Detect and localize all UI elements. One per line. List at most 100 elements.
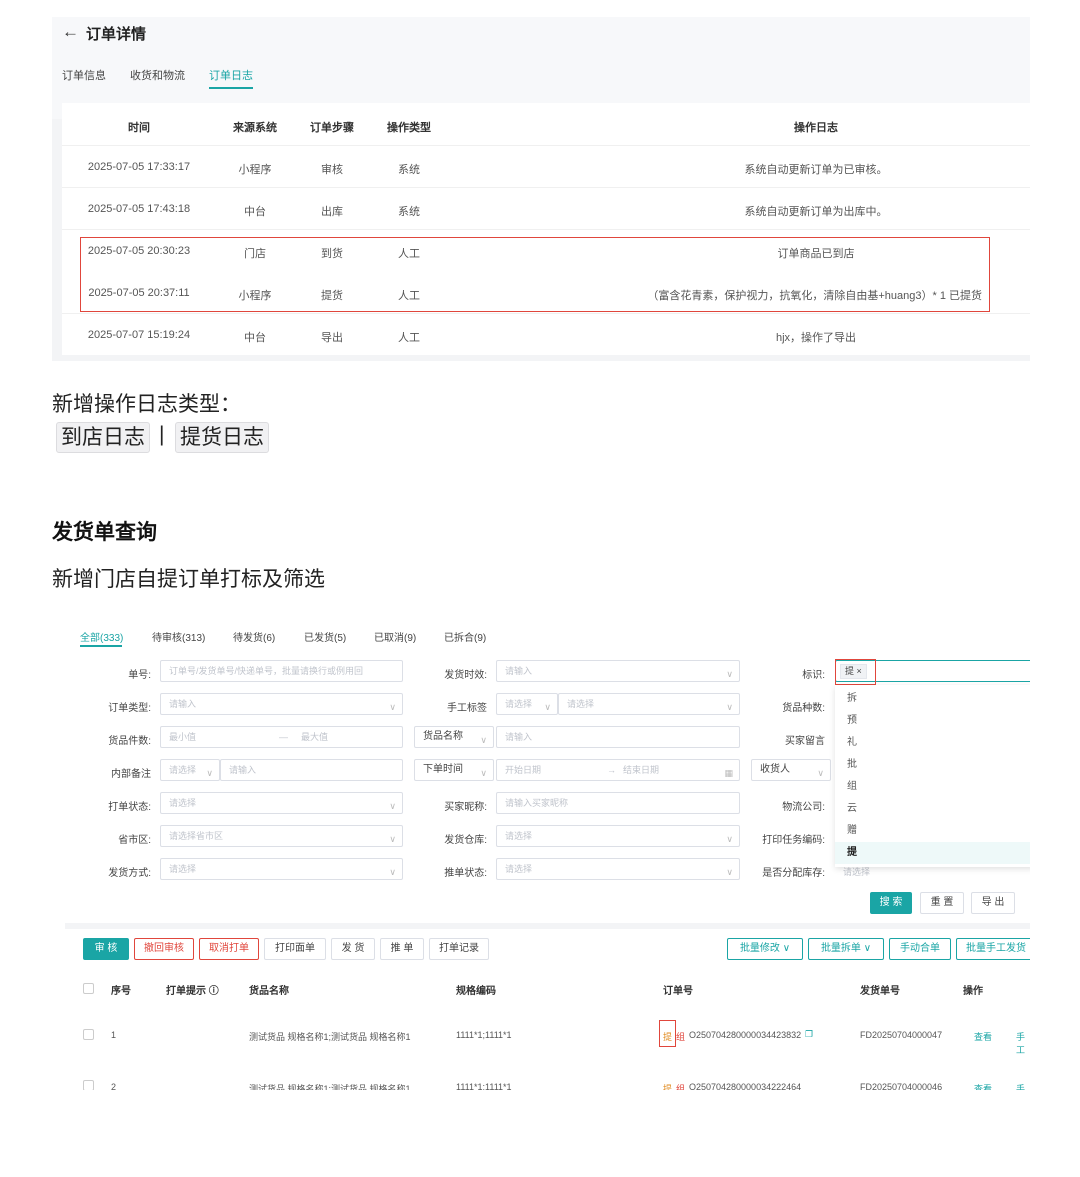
chevron-down-icon: ∨: [544, 702, 551, 712]
chevron-down-icon: ∨: [480, 735, 487, 745]
push-status-label: 推单状态:: [444, 868, 487, 879]
tab-all[interactable]: 全部(333): [80, 629, 123, 644]
manual-tag-select[interactable]: 请选择 ∨: [558, 693, 740, 715]
ship-time-select[interactable]: 请输入 ∨: [496, 660, 740, 682]
view-link[interactable]: 查看: [974, 1030, 992, 1043]
batch-modify-button[interactable]: 批量修改 ∨: [727, 938, 803, 960]
order-time-range[interactable]: 开始日期 → 结束日期 ▦: [496, 759, 740, 781]
batch-manual-ship-button[interactable]: 批量手工发货: [956, 938, 1030, 960]
reset-button[interactable]: 重 置: [920, 892, 964, 914]
export-button[interactable]: 导 出: [971, 892, 1015, 914]
row-time: 2025-07-07 15:19:24: [87, 329, 191, 341]
section-title: 发货单查询: [52, 521, 157, 544]
row-checkbox[interactable]: [83, 1080, 94, 1090]
tag-label: 标识:: [802, 670, 825, 681]
manual-link[interactable]: 手工: [1016, 1030, 1030, 1056]
row-step: 导出: [321, 332, 343, 344]
tag-option[interactable]: 拆: [835, 688, 1030, 710]
goods-qty-label: 货品件数:: [108, 736, 151, 747]
chevron-down-icon: ∨: [206, 768, 213, 778]
col-source: 来源系统: [233, 122, 277, 134]
col-print-hint: 打单提示 ⓘ: [166, 982, 219, 997]
row-spec-code: 1111*1;1111*1: [456, 1030, 512, 1040]
batch-split-button[interactable]: 批量拆单 ∨: [808, 938, 884, 960]
row-checkbox[interactable]: [83, 1029, 94, 1040]
goods-name-field-select[interactable]: 货品名称 ∨: [414, 726, 494, 748]
order-no-input[interactable]: 订单号/发货单号/快递单号，批量请换行或例用回: [160, 660, 403, 682]
print-task-label: 打印任务编码:: [762, 835, 825, 846]
search-button[interactable]: 搜 索: [870, 892, 912, 914]
buyer-nick-input[interactable]: 请输入买家昵称: [496, 792, 740, 814]
highlight-box-pickup-tag: [659, 1020, 676, 1047]
tag-option[interactable]: 批: [835, 754, 1030, 776]
row-step: 出库: [321, 206, 343, 218]
tab-order-log[interactable]: 订单日志: [209, 67, 253, 83]
col-op-type: 操作类型: [387, 122, 431, 134]
table-row: 1 测试货品 规格名称1;测试货品 规格名称1 1111*1;1111*1 提 …: [65, 1012, 1030, 1060]
chevron-down-icon: ∨: [726, 834, 733, 844]
push-order-button[interactable]: 推 单: [380, 938, 424, 960]
print-waybill-button[interactable]: 打印面单: [264, 938, 326, 960]
group-tag: 组: [676, 1084, 686, 1090]
manual-merge-button[interactable]: 手动合单: [889, 938, 951, 960]
order-detail-screenshot: ← 订单详情 订单信息 收货和物流 订单日志 时间 来源系统 订单步骤 操作类型…: [52, 17, 1030, 361]
goods-qty-range[interactable]: 最小值 — 最大值: [160, 726, 403, 748]
chevron-down-icon: ∨: [817, 768, 824, 778]
tab-pending-ship[interactable]: 待发货(6): [233, 629, 275, 644]
info-icon[interactable]: ⓘ: [209, 986, 219, 997]
push-status-select[interactable]: 请选择 ∨: [496, 858, 740, 880]
tag-option[interactable]: 云: [835, 798, 1030, 820]
print-status-select[interactable]: 请选择 ∨: [160, 792, 403, 814]
table-row: 2025-07-07 15:19:24 中台 导出 人工 hjx，操作了导出: [62, 313, 1030, 355]
tag-option[interactable]: 赠: [835, 820, 1030, 842]
print-record-button[interactable]: 打单记录: [429, 938, 489, 960]
table-row: 2025-07-05 17:43:18 中台 出库 系统 系统自动更新订单为出库…: [62, 187, 1030, 229]
tab-cancelled[interactable]: 已取消(9): [374, 629, 416, 644]
copy-icon[interactable]: ❐: [805, 1029, 813, 1040]
receiver-field-select[interactable]: 收货人 ∨: [751, 759, 831, 781]
manual-tag-mode-select[interactable]: 请选择 ∨: [496, 693, 558, 715]
tag-option[interactable]: 预: [835, 710, 1030, 732]
ship-method-select[interactable]: 请选择 ∨: [160, 858, 403, 880]
page-title: 订单详情: [86, 26, 147, 43]
review-button[interactable]: 审 核: [83, 938, 129, 960]
tag-option[interactable]: 组: [835, 776, 1030, 798]
tab-pending-review[interactable]: 待审核(313): [152, 629, 205, 644]
row-op-type: 系统: [398, 206, 420, 218]
internal-note-mode-select[interactable]: 请选择 ∨: [160, 759, 220, 781]
manual-link[interactable]: 手工: [1016, 1082, 1030, 1090]
internal-note-input[interactable]: 请输入: [220, 759, 403, 781]
order-time-field-select[interactable]: 下单时间 ∨: [414, 759, 494, 781]
tab-receipt-logistics[interactable]: 收货和物流: [130, 67, 185, 83]
view-link[interactable]: 查看: [974, 1082, 992, 1090]
chip-separator: |: [159, 423, 165, 446]
ship-button[interactable]: 发 货: [331, 938, 375, 960]
row-step: 审核: [321, 164, 343, 176]
tab-order-info[interactable]: 订单信息: [62, 67, 106, 83]
col-goods-name: 货品名称: [249, 986, 289, 997]
warehouse-select[interactable]: 请选择 ∨: [496, 825, 740, 847]
tab-split-merged[interactable]: 已拆合(9): [444, 629, 486, 644]
tag-option-selected[interactable]: 提: [835, 842, 1030, 864]
arrival-log-chip: 到店日志: [56, 422, 150, 453]
back-arrow-icon[interactable]: ←: [62, 22, 79, 42]
cancel-print-button[interactable]: 取消打单: [199, 938, 259, 960]
row-order-no: O250704280000034222464: [689, 1082, 802, 1090]
ship-time-placeholder: 请输入: [505, 666, 533, 676]
row-goods-name: 测试货品 规格名称1;测试货品 规格名称1: [249, 1084, 411, 1090]
tag-option[interactable]: 礼: [835, 732, 1030, 754]
select-all-checkbox[interactable]: [83, 983, 94, 994]
region-select[interactable]: 请选择省市区 ∨: [160, 825, 403, 847]
table-row: 2 测试货品 规格名称1;测试货品 规格名称1 1111*1;1111*1 提 …: [65, 1060, 1030, 1090]
min-value-placeholder: 最小值: [169, 732, 197, 742]
row-ship-no: FD20250704000046: [860, 1082, 943, 1090]
goods-name-input[interactable]: 请输入: [496, 726, 740, 748]
logistics-label: 物流公司:: [782, 802, 825, 813]
order-type-select[interactable]: 请输入 ∨: [160, 693, 403, 715]
revoke-review-button[interactable]: 撤回审核: [134, 938, 194, 960]
pickup-log-chip: 提货日志: [175, 422, 269, 453]
tab-shipped[interactable]: 已发货(5): [304, 629, 346, 644]
buyer-msg-label: 买家留言: [785, 736, 825, 747]
range-dash: —: [279, 732, 288, 742]
end-date-placeholder: 结束日期: [623, 765, 660, 775]
